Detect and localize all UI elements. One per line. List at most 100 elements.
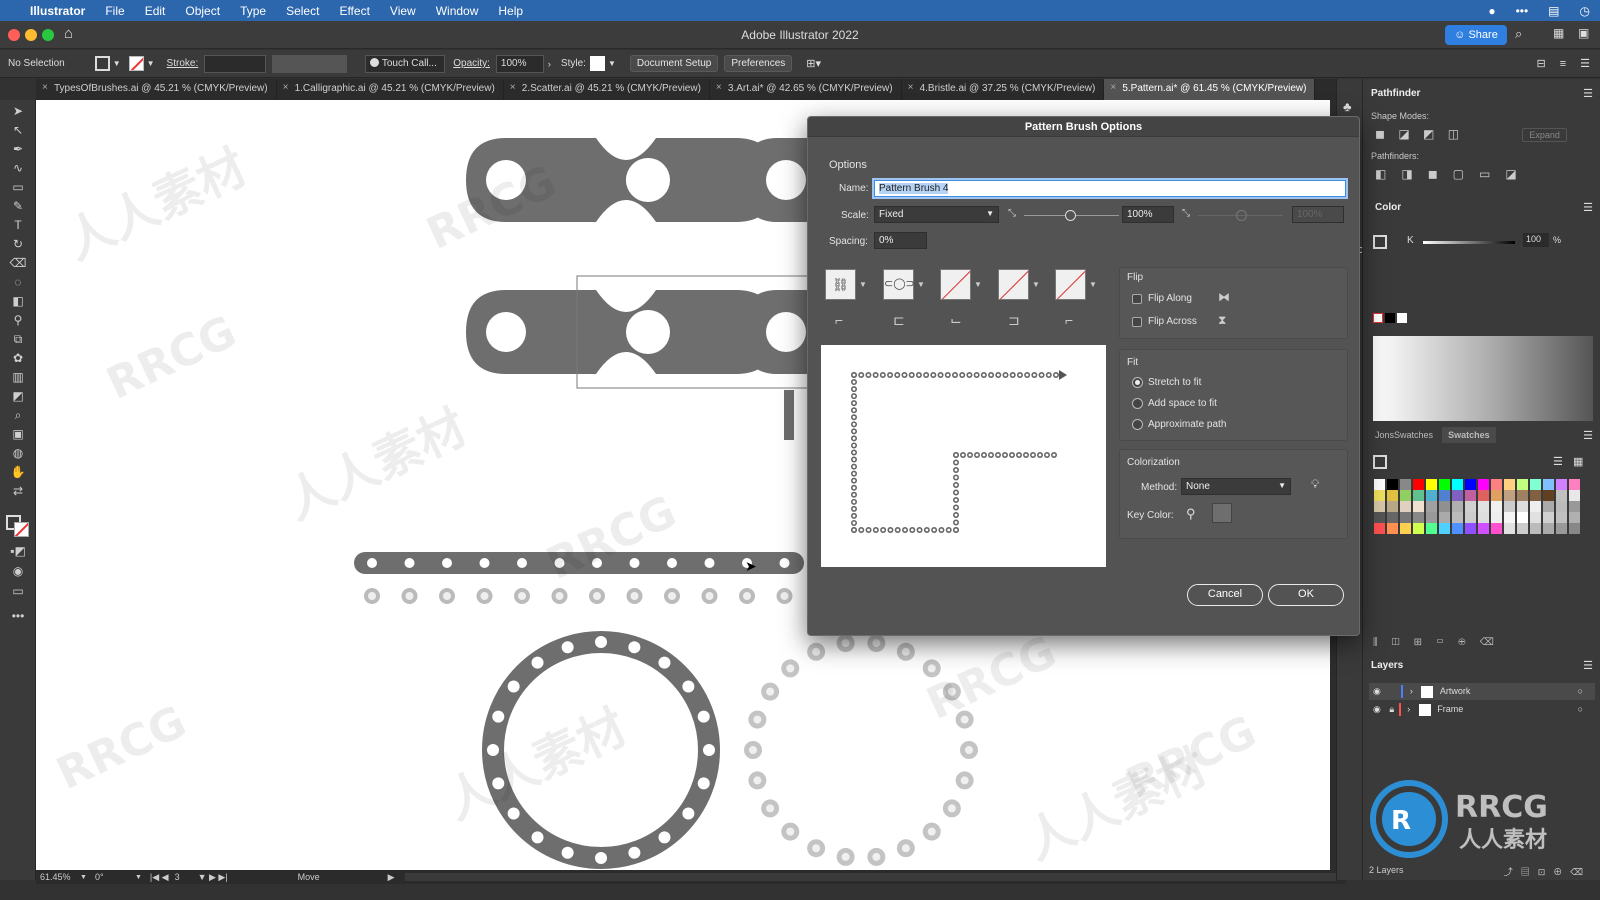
close-icon[interactable]: × <box>1110 82 1116 93</box>
tab-bristle[interactable]: × 4.Bristle.ai @ 37.25 % (CMYK/Preview) <box>902 79 1105 100</box>
color-swatch[interactable] <box>1465 501 1476 512</box>
tab-calligraphic[interactable]: × 1.Calligraphic.ai @ 45.21 % (CMYK/Previ… <box>277 79 504 100</box>
flip-along-checkbox[interactable] <box>1132 294 1142 304</box>
chevron-down-icon[interactable]: ▼ <box>80 874 87 881</box>
intersect-icon[interactable]: ◩ <box>1423 127 1434 141</box>
symbol-tool-icon[interactable]: ✿ <box>8 350 28 366</box>
lock-icon[interactable]: 🔒︎ <box>1389 704 1394 714</box>
color-swatch[interactable] <box>1556 479 1567 490</box>
color-swatch[interactable] <box>1452 512 1463 523</box>
delete-icon[interactable]: ⌫ <box>1480 637 1508 648</box>
color-swatch[interactable] <box>1517 479 1528 490</box>
method-select[interactable]: None ▼ <box>1181 478 1291 495</box>
inner-corner-tile[interactable] <box>940 269 971 300</box>
opacity-field[interactable]: 100% <box>495 54 544 73</box>
visibility-eye-icon[interactable]: ◉ <box>1373 704 1381 714</box>
color-swatch[interactable] <box>1556 523 1567 534</box>
document-setup-button[interactable]: Document Setup <box>629 55 719 72</box>
close-icon[interactable]: × <box>716 82 722 93</box>
color-swatch[interactable] <box>1439 512 1450 523</box>
color-swatch[interactable] <box>1465 490 1476 501</box>
color-swatch[interactable] <box>1374 512 1385 523</box>
options-icon[interactable]: ⊞ <box>1414 637 1436 648</box>
clock-icon[interactable]: ◷ <box>1570 4 1600 18</box>
color-swatch[interactable] <box>1530 523 1541 534</box>
lasso-tool-icon[interactable]: ◌ <box>8 274 28 290</box>
color-mode-icon[interactable]: ▪◩ <box>8 543 28 559</box>
menu-file[interactable]: File <box>95 4 134 18</box>
minus-back-icon[interactable]: ◪ <box>1505 167 1531 181</box>
grid-view-icon[interactable]: ▦ <box>1573 455 1583 468</box>
draw-mode-icon[interactable]: ◉ <box>8 563 28 579</box>
target-icon[interactable]: ○ <box>1578 701 1583 718</box>
color-swatch[interactable] <box>1478 501 1489 512</box>
menu-object[interactable]: Object <box>175 4 230 18</box>
chevron-down-icon[interactable]: ▼ <box>113 59 121 68</box>
layer-name[interactable]: Artwork <box>1440 686 1471 696</box>
add-space-radio[interactable] <box>1132 398 1143 409</box>
color-swatch[interactable] <box>1400 490 1411 501</box>
color-swatch[interactable] <box>1426 512 1437 523</box>
rotation-value[interactable]: 0° <box>95 872 135 882</box>
rotate-tool-icon[interactable]: ↻ <box>8 236 28 252</box>
color-swatch[interactable] <box>1374 490 1385 501</box>
color-swatch[interactable] <box>1530 490 1541 501</box>
library-icon[interactable]: ⫼ <box>1373 637 1392 648</box>
tab-swatches[interactable]: Swatches <box>1442 427 1496 443</box>
panel-menu-icon[interactable]: ☰ <box>1583 87 1593 100</box>
list-view-icon[interactable]: ☰ <box>1553 455 1563 468</box>
color-swatch[interactable] <box>1413 479 1424 490</box>
color-swatch[interactable] <box>1478 490 1489 501</box>
paintbrush-tool-icon[interactable]: ✎ <box>8 198 28 214</box>
menu-select[interactable]: Select <box>276 4 329 18</box>
tab-scatter[interactable]: × 2.Scatter.ai @ 45.21 % (CMYK/Preview) <box>504 79 710 100</box>
color-swatch[interactable] <box>1465 512 1476 523</box>
color-swatch[interactable] <box>1439 490 1450 501</box>
color-swatch[interactable] <box>1543 523 1554 534</box>
first-artboard-icon[interactable]: |◀ ◀ <box>150 872 169 883</box>
share-button[interactable]: ☺ Share <box>1445 25 1507 45</box>
gradient-tool-icon[interactable]: ◧ <box>8 293 28 309</box>
panel-menu-icon[interactable]: ☰ <box>1583 201 1593 214</box>
color-swatch[interactable] <box>1426 523 1437 534</box>
hand-tool-icon[interactable]: ✋ <box>8 464 28 480</box>
color-swatch[interactable] <box>1413 523 1424 534</box>
color-swatch[interactable] <box>1387 523 1398 534</box>
color-swatch[interactable] <box>1426 501 1437 512</box>
zoom-level[interactable]: 61.45% <box>40 872 80 882</box>
color-swatch[interactable] <box>1491 512 1502 523</box>
artboard-number[interactable]: 3 <box>175 872 180 882</box>
status-arrow-icon[interactable]: ▶ <box>388 872 395 883</box>
graph-tool-icon[interactable]: ▥ <box>8 369 28 385</box>
chevron-down-icon[interactable]: ▼ <box>974 279 984 291</box>
swatch-grid[interactable] <box>1373 479 1593 534</box>
panel-menu-icon[interactable]: ☰ <box>1583 429 1593 442</box>
close-icon[interactable]: × <box>510 82 516 93</box>
color-swatch[interactable] <box>1491 490 1502 501</box>
layer-name[interactable]: Frame <box>1437 704 1463 714</box>
close-icon[interactable]: × <box>283 82 289 93</box>
color-swatch[interactable] <box>1478 512 1489 523</box>
control-center-icon[interactable]: ▤ <box>1538 4 1569 18</box>
search-icon[interactable]: ⌕ <box>1515 26 1522 42</box>
minus-front-icon[interactable]: ◪ <box>1398 127 1409 141</box>
color-swatch[interactable] <box>1400 501 1411 512</box>
more-icon[interactable]: ••• <box>1506 4 1539 18</box>
menu-help[interactable]: Help <box>488 4 533 18</box>
color-swatch[interactable] <box>1491 479 1502 490</box>
black-swatch[interactable] <box>1385 313 1395 323</box>
divide-icon[interactable]: ◧ <box>1375 167 1401 181</box>
eyedropper-icon[interactable]: ⚲ <box>1186 506 1196 522</box>
align-icon[interactable]: ⊟ <box>1536 57 1545 70</box>
color-swatch[interactable] <box>1426 490 1437 501</box>
eraser-tool-icon[interactable]: ⌫ <box>8 255 28 271</box>
color-swatch[interactable] <box>1517 512 1528 523</box>
perspective-tool-icon[interactable]: ◍ <box>8 445 28 461</box>
color-tab[interactable]: Color <box>1375 202 1401 213</box>
unite-icon[interactable]: ◼ <box>1375 127 1385 141</box>
tips-bulb-icon[interactable]: 💡︎ <box>1311 477 1319 492</box>
color-swatch[interactable] <box>1439 501 1450 512</box>
color-swatch[interactable] <box>1569 501 1580 512</box>
name-field[interactable]: Pattern Brush 4 <box>874 180 1346 197</box>
layer-row-artwork[interactable]: ◉ › Artwork ○ <box>1369 683 1595 700</box>
